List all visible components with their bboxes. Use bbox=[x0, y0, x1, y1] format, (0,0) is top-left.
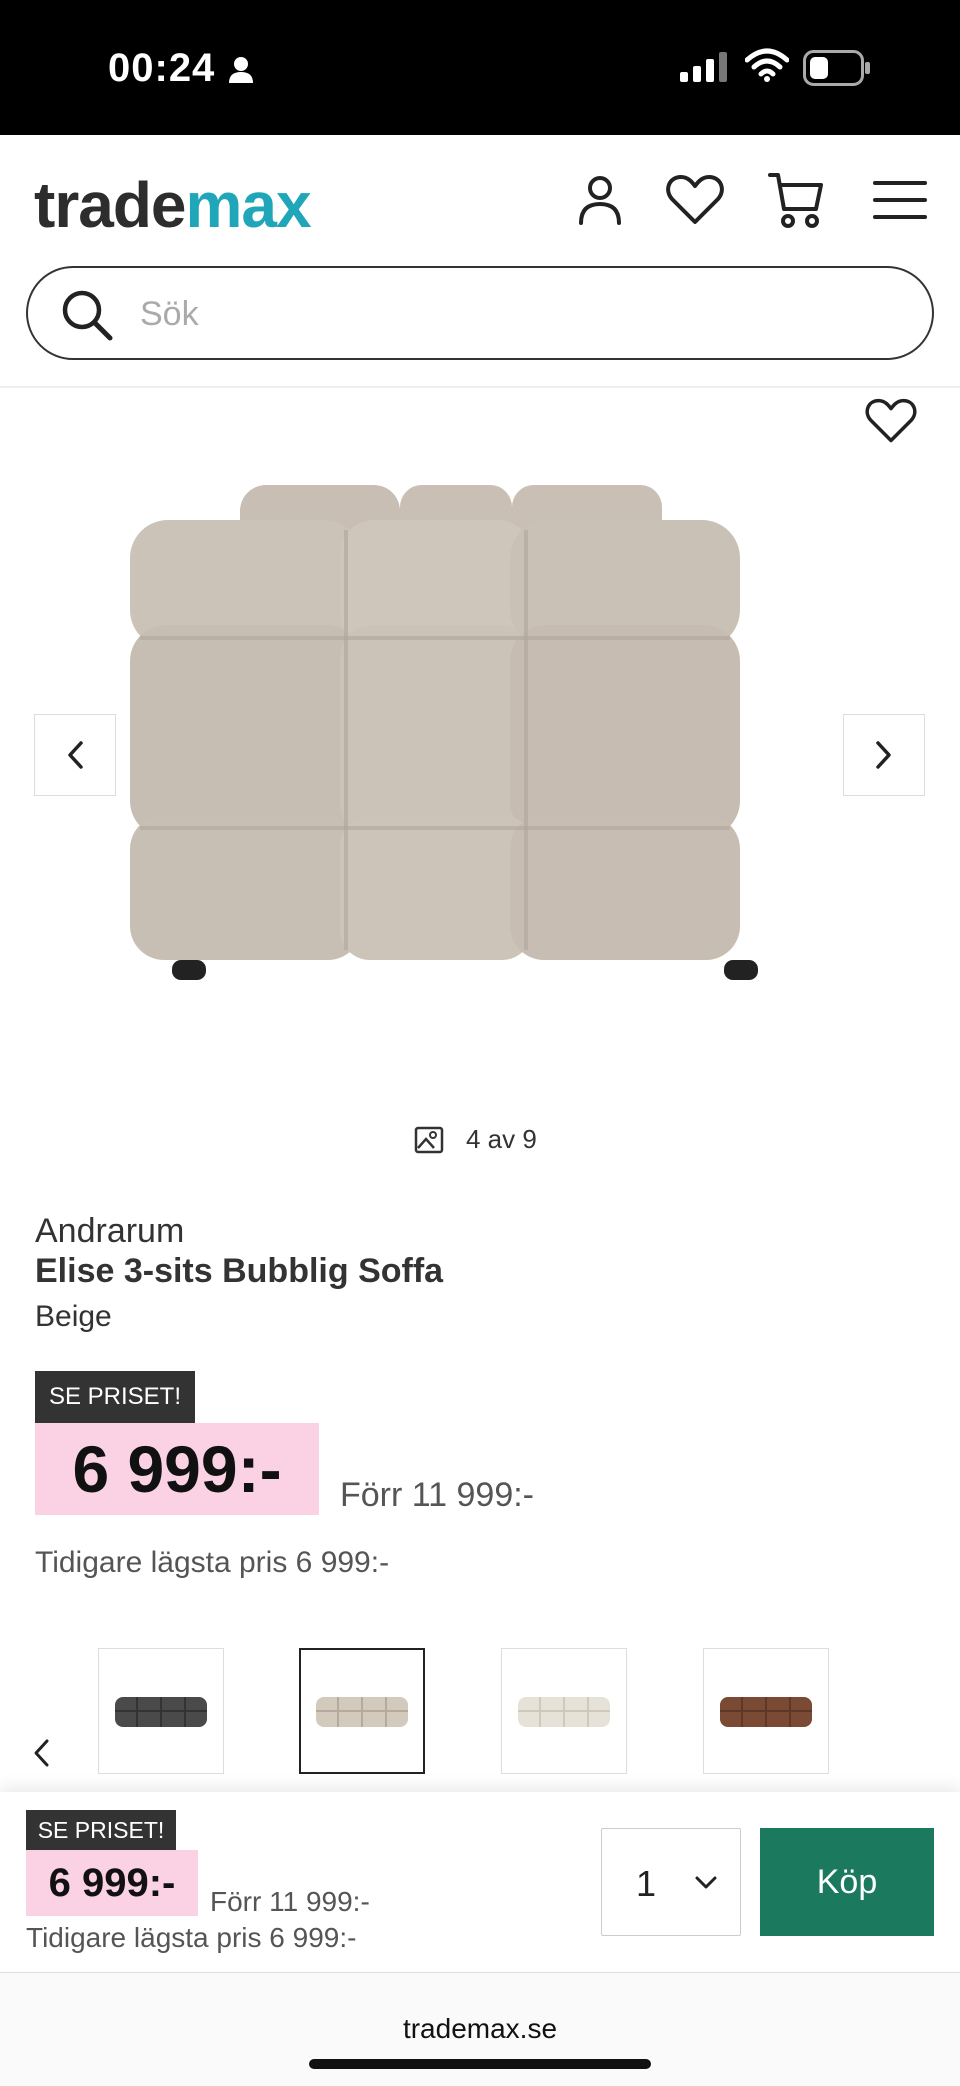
header-divider bbox=[0, 386, 960, 388]
color-variant-thumb-selected[interactable] bbox=[299, 1648, 425, 1774]
logo-text-trade: trade bbox=[34, 169, 186, 241]
product-brand[interactable]: Andrarum bbox=[35, 1212, 184, 1251]
thumbnails-prev-button[interactable] bbox=[32, 1738, 50, 1773]
sticky-lowest-price-note: Tidigare lägsta pris 6 999:- bbox=[26, 1922, 357, 1953]
chevron-left-icon bbox=[34, 1739, 49, 1767]
person-icon bbox=[228, 56, 254, 89]
battery-icon bbox=[803, 50, 871, 91]
price-badge: SE PRISET! bbox=[35, 1371, 195, 1423]
color-variant-thumb[interactable] bbox=[98, 1648, 224, 1774]
color-variant-thumb[interactable] bbox=[501, 1648, 627, 1774]
wishlist-heart-icon[interactable] bbox=[665, 170, 725, 230]
old-price: Förr 11 999:- bbox=[340, 1476, 535, 1514]
quantity-value: 1 bbox=[636, 1863, 657, 1904]
price-badge: SE PRISET! bbox=[26, 1810, 176, 1850]
product-price: 6 999:- bbox=[35, 1423, 319, 1515]
lowest-price-note: Tidigare lägsta pris 6 999:- bbox=[35, 1546, 390, 1579]
trademax-logo[interactable]: trademax bbox=[34, 168, 312, 242]
product-image[interactable] bbox=[110, 470, 850, 1030]
sticky-old-price: Förr 11 999:- bbox=[210, 1886, 370, 1917]
gallery-next-button[interactable] bbox=[843, 714, 925, 796]
image-counter-text: 4 av 9 bbox=[466, 1124, 537, 1154]
quantity-select[interactable]: 1 bbox=[601, 1828, 741, 1936]
product-title: Elise 3-sits Bubblig Soffa bbox=[35, 1252, 444, 1290]
account-icon[interactable] bbox=[570, 170, 630, 230]
search-bar[interactable] bbox=[26, 266, 934, 360]
search-input[interactable] bbox=[140, 286, 900, 342]
image-counter: 4 av 9 bbox=[414, 1124, 537, 1155]
product-variant: Beige bbox=[35, 1300, 112, 1333]
sticky-buy-bar: SE PRISET! 6 999:- Förr 11 999:- Tidigar… bbox=[0, 1792, 960, 1972]
chevron-right-icon bbox=[876, 741, 891, 769]
image-icon bbox=[414, 1126, 444, 1153]
search-icon bbox=[60, 288, 114, 347]
logo-text-max: max bbox=[185, 169, 312, 241]
favorite-heart-icon[interactable] bbox=[860, 390, 922, 452]
sticky-price: 6 999:- bbox=[26, 1850, 198, 1916]
chevron-left-icon bbox=[68, 741, 83, 769]
gallery-prev-button[interactable] bbox=[34, 714, 116, 796]
cellular-signal-icon bbox=[680, 52, 728, 87]
chevron-down-icon bbox=[694, 1875, 718, 1896]
home-indicator[interactable] bbox=[309, 2059, 651, 2069]
browser-url-bar[interactable]: trademax.se bbox=[0, 1972, 960, 2086]
url-text[interactable]: trademax.se bbox=[0, 2013, 960, 2045]
cart-icon[interactable] bbox=[766, 170, 826, 230]
wifi-icon bbox=[744, 48, 790, 87]
color-variant-thumb[interactable] bbox=[703, 1648, 829, 1774]
status-bar: 00:24 bbox=[0, 0, 960, 135]
buy-button[interactable]: Köp bbox=[760, 1828, 934, 1936]
menu-hamburger-icon[interactable] bbox=[870, 170, 930, 230]
status-time: 00:24 bbox=[108, 46, 216, 90]
